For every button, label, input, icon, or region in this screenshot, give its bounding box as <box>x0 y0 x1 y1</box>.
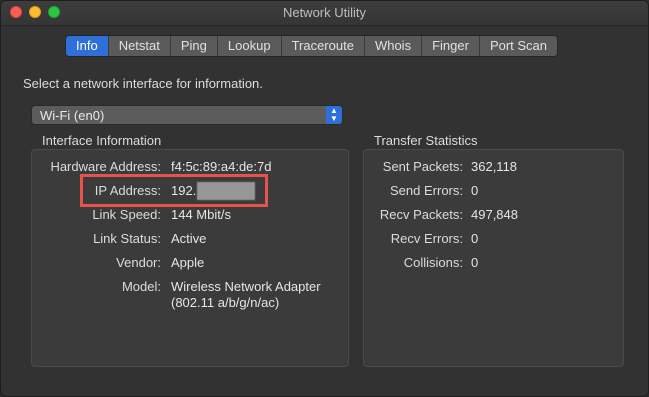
tab-ping[interactable]: Ping <box>170 36 218 56</box>
link-status-label: Link Status: <box>93 231 161 246</box>
tab-port-scan[interactable]: Port Scan <box>479 36 558 56</box>
interface-select[interactable]: Wi-Fi (en0) ▲ ▼ <box>31 105 343 125</box>
tab-info[interactable]: Info <box>66 36 109 56</box>
send-errors-value: 0 <box>471 183 479 198</box>
tab-whois[interactable]: Whois <box>364 36 423 56</box>
tab-finger[interactable]: Finger <box>422 36 480 56</box>
recv-packets-value: 497,848 <box>471 207 518 222</box>
model-value-line2: (802.11 a/b/g/n/ac) <box>171 295 280 310</box>
hardware-address-label: Hardware Address: <box>50 159 161 174</box>
interface-prompt: Select a network interface for informati… <box>23 76 263 91</box>
link-speed-label: Link Speed: <box>92 207 161 222</box>
tab-netstat[interactable]: Netstat <box>108 36 171 56</box>
sent-packets-label: Sent Packets: <box>382 159 463 174</box>
interface-info-title: Interface Information <box>42 133 162 148</box>
tab-bar: Info Netstat Ping Lookup Traceroute Whoi… <box>65 35 559 57</box>
model-value: Wireless Network Adapter <box>171 279 321 294</box>
vendor-value: Apple <box>171 255 205 270</box>
send-errors-label: Send Errors: <box>390 183 463 198</box>
sent-packets-value: 362,118 <box>471 159 518 174</box>
transfer-stats-title: Transfer Statistics <box>374 133 478 148</box>
vendor-label: Vendor: <box>116 255 161 270</box>
title-bar: Network Utility <box>1 1 648 26</box>
interface-select-value: Wi-Fi (en0) <box>40 108 105 123</box>
recv-packets-label: Recv Packets: <box>379 207 463 222</box>
recv-errors-label: Recv Errors: <box>390 231 463 246</box>
tab-traceroute[interactable]: Traceroute <box>281 36 365 56</box>
network-utility-window: Network Utility Info Netstat Ping Lookup… <box>0 0 649 397</box>
select-arrows-icon: ▲ ▼ <box>326 106 342 124</box>
collisions-label: Collisions: <box>403 255 463 270</box>
collisions-value: 0 <box>471 255 479 270</box>
link-status-value: Active <box>171 231 207 246</box>
model-label: Model: <box>121 279 161 294</box>
hardware-address-value: f4:5c:89:a4:de:7d <box>171 159 272 174</box>
link-speed-value: 144 Mbit/s <box>171 207 231 222</box>
recv-errors-value: 0 <box>471 231 479 246</box>
ip-address-highlight-box <box>80 174 268 207</box>
tab-lookup[interactable]: Lookup <box>217 36 282 56</box>
window-title: Network Utility <box>282 5 367 20</box>
